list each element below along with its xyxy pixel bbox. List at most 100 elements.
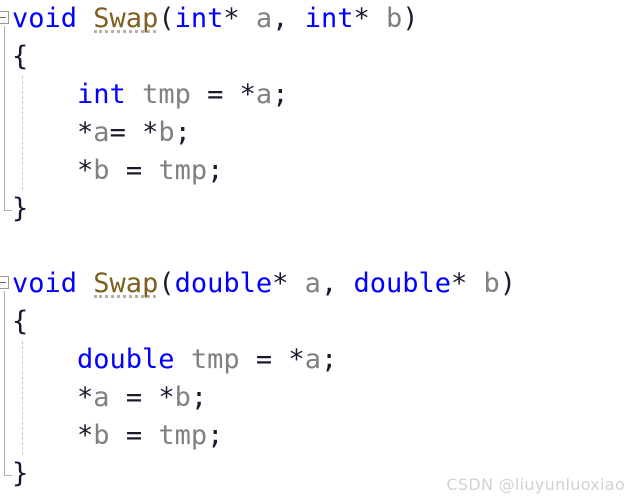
token-op: * bbox=[77, 117, 94, 148]
token-op: * bbox=[353, 3, 370, 34]
token-ident: b bbox=[158, 117, 175, 148]
token-ident: a bbox=[93, 117, 110, 148]
token-punct: ( bbox=[158, 268, 175, 299]
token-ident: b bbox=[483, 268, 500, 299]
token-punct: ; bbox=[320, 344, 338, 375]
token-keyword: double bbox=[174, 268, 273, 299]
code-line-text: { bbox=[12, 303, 28, 341]
token-ident: b bbox=[386, 3, 403, 34]
token-ident: b bbox=[93, 420, 110, 451]
code-line-text: int tmp = *a; bbox=[12, 76, 288, 114]
token-ident: tmp bbox=[158, 155, 208, 186]
token-keyword: int bbox=[174, 3, 224, 34]
token-op: = bbox=[125, 155, 143, 186]
code-line-text: double tmp = *a; bbox=[12, 341, 337, 379]
token-op: * bbox=[77, 155, 94, 186]
code-line-text: void Swap(int* a, int* b) bbox=[12, 0, 419, 38]
token-op: * bbox=[272, 268, 289, 299]
token-punct: , bbox=[272, 3, 305, 34]
token-keyword: void bbox=[12, 268, 78, 299]
token-op: * bbox=[142, 117, 159, 148]
code-line[interactable]: { bbox=[0, 303, 639, 341]
code-line-text: } bbox=[12, 190, 28, 228]
token-op: = bbox=[125, 420, 143, 451]
code-line-text: *a= *b; bbox=[12, 114, 191, 152]
code-line-text: void Swap(double* a, double* b) bbox=[12, 265, 516, 303]
code-block-swap-double: void Swap(double* a, double* b){ double … bbox=[0, 265, 639, 493]
code-editor-surface[interactable]: void Swap(int* a, int* b){ int tmp = *a;… bbox=[0, 0, 639, 502]
token-keyword: int bbox=[304, 3, 354, 34]
token-brace: } bbox=[12, 458, 29, 489]
token-keyword: int bbox=[77, 79, 126, 110]
code-block-swap-int: void Swap(int* a, int* b){ int tmp = *a;… bbox=[0, 0, 639, 228]
token-brace: { bbox=[12, 41, 29, 72]
token-function: Swap bbox=[93, 3, 159, 34]
token-op: = bbox=[125, 382, 143, 413]
token-op: = bbox=[109, 117, 126, 148]
token-keyword: double bbox=[353, 268, 451, 299]
token-op: * bbox=[77, 382, 94, 413]
token-op: * bbox=[77, 420, 94, 451]
token-op: = bbox=[207, 79, 224, 110]
token-ident: a bbox=[93, 382, 110, 413]
token-ident: tmp bbox=[142, 79, 191, 110]
token-ident: b bbox=[174, 382, 191, 413]
token-keyword: void bbox=[12, 3, 78, 34]
token-op: = bbox=[255, 344, 273, 375]
code-line[interactable]: int tmp = *a; bbox=[0, 76, 639, 114]
token-op: * bbox=[239, 79, 256, 110]
token-punct: ) bbox=[499, 268, 517, 299]
code-line[interactable]: void Swap(int* a, int* b) bbox=[0, 0, 639, 38]
token-punct: ( bbox=[158, 3, 175, 34]
token-ident: b bbox=[93, 155, 110, 186]
code-line[interactable]: *b = tmp; bbox=[0, 152, 639, 190]
token-op: * bbox=[451, 268, 468, 299]
token-punct: ; bbox=[207, 155, 224, 186]
token-ident: tmp bbox=[158, 420, 208, 451]
code-line[interactable]: void Swap(double* a, double* b) bbox=[0, 265, 639, 303]
token-punct: , bbox=[320, 268, 354, 299]
token-punct: ; bbox=[174, 117, 191, 148]
token-function: Swap bbox=[93, 268, 159, 299]
code-editor-screenshot: void Swap(int* a, int* b){ int tmp = *a;… bbox=[0, 0, 639, 502]
token-ident: tmp bbox=[190, 344, 240, 375]
token-op: * bbox=[158, 382, 175, 413]
token-brace: { bbox=[12, 306, 29, 337]
code-line[interactable]: *a= *b; bbox=[0, 114, 639, 152]
code-line[interactable]: { bbox=[0, 38, 639, 76]
csdn-watermark: CSDN @liuyunluoxiao bbox=[446, 475, 625, 494]
token-keyword: double bbox=[77, 344, 175, 375]
code-line[interactable]: double tmp = *a; bbox=[0, 341, 639, 379]
token-brace: } bbox=[12, 193, 29, 224]
token-op: * bbox=[223, 3, 240, 34]
code-line[interactable]: *a = *b; bbox=[0, 379, 639, 417]
token-ident: a bbox=[255, 3, 273, 34]
code-line-text: { bbox=[12, 38, 28, 76]
token-punct: ; bbox=[207, 420, 224, 451]
code-line[interactable]: *b = tmp; bbox=[0, 417, 639, 455]
code-line[interactable]: } bbox=[0, 190, 639, 228]
token-punct: ; bbox=[272, 79, 289, 110]
token-op: * bbox=[288, 344, 305, 375]
